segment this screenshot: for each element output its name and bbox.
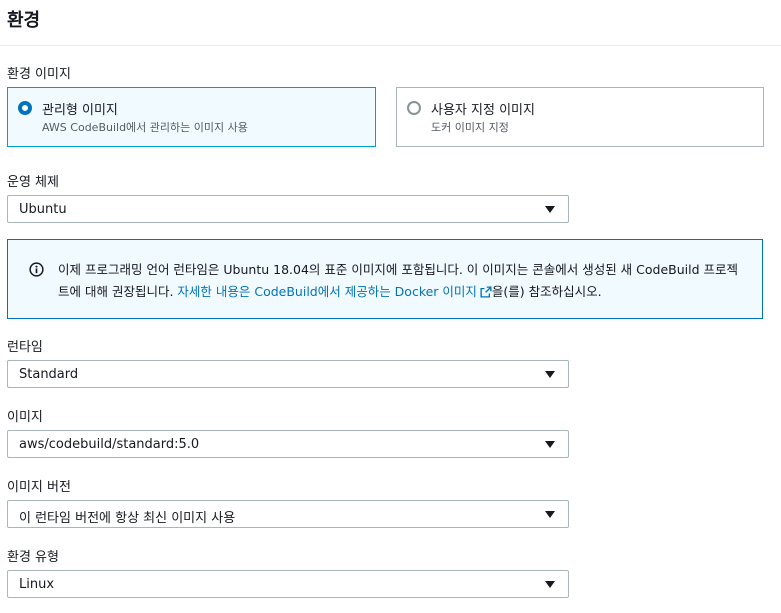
managed-image-description: AWS CodeBuild에서 관리하는 이미지 사용 xyxy=(42,121,248,134)
section-title: 환경 xyxy=(7,10,41,31)
managed-image-option[interactable]: 관리형 이미지 AWS CodeBuild에서 관리하는 이미지 사용 xyxy=(7,87,376,147)
managed-image-title: 관리형 이미지 xyxy=(42,103,118,118)
image-select-value: aws/codebuild/standard:5.0 xyxy=(19,437,200,452)
environment-type-select-value: Linux xyxy=(19,577,55,592)
custom-image-description: 도커 이미지 지정 xyxy=(431,121,509,134)
section-header: 환경 xyxy=(0,0,781,46)
runtime-label: 런타임 xyxy=(7,340,43,355)
external-link-icon xyxy=(480,286,492,298)
os-label: 운영 체제 xyxy=(7,175,59,190)
managed-image-radio[interactable] xyxy=(18,101,32,115)
custom-image-option[interactable]: 사용자 지정 이미지 도커 이미지 지정 xyxy=(396,87,764,147)
info-text-after: 을(를) 참조하십시오. xyxy=(491,284,602,299)
environment-type-label: 환경 유형 xyxy=(7,550,59,565)
image-version-select[interactable]: 이 런타임 버전에 항상 최신 이미지 사용 xyxy=(7,500,569,528)
info-alert: 이제 프로그래밍 언어 런타임은 Ubuntu 18.04의 표준 이미지에 포… xyxy=(7,239,763,319)
docker-images-link-text: 자세한 내용은 CodeBuild에서 제공하는 Docker 이미지 xyxy=(177,284,477,299)
caret-down-icon xyxy=(545,371,555,378)
image-version-select-value: 이 런타임 버전에 항상 최신 이미지 사용 xyxy=(19,511,236,526)
os-select[interactable]: Ubuntu xyxy=(7,195,569,223)
caret-down-icon xyxy=(545,206,555,213)
image-select[interactable]: aws/codebuild/standard:5.0 xyxy=(7,430,569,458)
caret-down-icon xyxy=(545,441,555,448)
info-icon xyxy=(29,262,44,277)
caret-down-icon xyxy=(545,511,555,518)
os-select-value: Ubuntu xyxy=(19,202,67,217)
environment-type-select[interactable]: Linux xyxy=(7,570,569,598)
runtime-select-value: Standard xyxy=(19,367,79,382)
info-message: 이제 프로그래밍 언어 런타임은 Ubuntu 18.04의 표준 이미지에 포… xyxy=(58,259,748,303)
environment-image-label: 환경 이미지 xyxy=(7,67,71,82)
custom-image-title: 사용자 지정 이미지 xyxy=(431,103,535,118)
custom-image-radio[interactable] xyxy=(407,101,421,115)
image-version-label: 이미지 버전 xyxy=(7,480,71,495)
docker-images-link[interactable]: 자세한 내용은 CodeBuild에서 제공하는 Docker 이미지 xyxy=(177,284,492,299)
runtime-select[interactable]: Standard xyxy=(7,360,569,388)
caret-down-icon xyxy=(545,581,555,588)
image-label: 이미지 xyxy=(7,410,43,425)
